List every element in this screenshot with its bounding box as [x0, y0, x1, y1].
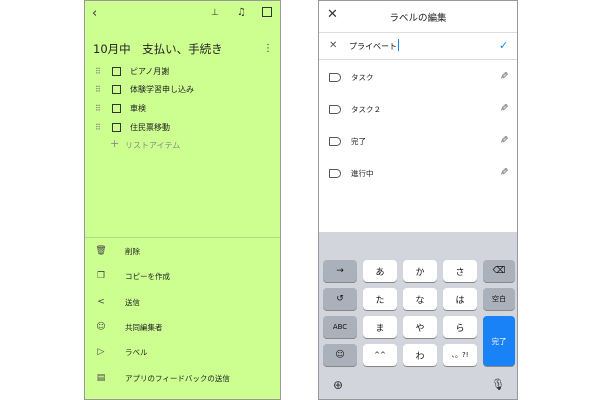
menu-divider — [85, 237, 280, 238]
checklist-item[interactable]: ⠿ 車検 — [95, 101, 146, 115]
kana-key-a[interactable]: あ — [363, 260, 397, 282]
label-name-input[interactable]: プライベート — [349, 41, 397, 52]
globe-icon[interactable]: ⊕ — [333, 378, 343, 392]
label-row[interactable]: 完了 ✎ — [319, 132, 517, 152]
label-icon — [329, 73, 341, 82]
pencil-icon[interactable]: ✎ — [497, 71, 508, 79]
kana-key-ra[interactable]: ら — [443, 316, 477, 338]
menu-item-label: 送信 — [125, 297, 140, 307]
menu-item-label: 共同編集者 — [125, 322, 163, 332]
pencil-icon[interactable]: ✎ — [497, 135, 508, 143]
drag-handle-icon[interactable]: ⠿ — [95, 67, 103, 76]
menu-item-send[interactable]: < 送信 — [95, 295, 140, 309]
undo-key[interactable]: ↺ — [323, 288, 357, 310]
abc-key[interactable]: ABC — [323, 316, 357, 338]
menu-item-label-text: ラベル — [125, 347, 148, 357]
checkbox[interactable] — [112, 122, 121, 132]
note-title[interactable]: 10月中 支払い、手続き — [93, 41, 223, 57]
label-icon — [329, 105, 341, 114]
text-cursor — [398, 39, 399, 51]
arrow-right-key[interactable]: → — [323, 260, 357, 282]
menu-item-collaborator[interactable]: ☺ 共同編集者 — [95, 320, 163, 334]
label-name[interactable]: 完了 — [351, 136, 366, 147]
edit-labels-panel: ✕ ラベルの編集 ✕ プライベート ✓ タスク ✎ タスク２ ✎ 完了 ✎ 進行… — [318, 0, 518, 400]
checklist-item[interactable]: ⠿ 住民票移動 — [95, 120, 170, 134]
done-key[interactable]: 完了 — [483, 316, 515, 366]
trash-icon: 🗑 — [95, 246, 107, 256]
confirm-check-icon[interactable]: ✓ — [499, 39, 508, 52]
menu-item-label: アプリのフィードバックの送信 — [125, 373, 230, 383]
checklist-item-text[interactable]: 車検 — [130, 103, 146, 114]
keyboard: → あ か さ ⌫ ↺ た な は 空白 ABC ま や ら 完了 ☺ ^^ わ… — [319, 232, 517, 399]
label-icon: ▷ — [97, 347, 105, 357]
checklist-item[interactable]: ⠿ ピアノ月謝 — [95, 64, 169, 78]
checkbox[interactable] — [112, 66, 121, 76]
label-name[interactable]: タスク — [351, 72, 374, 83]
checklist-item-text[interactable]: ピアノ月謝 — [130, 66, 169, 77]
cancel-icon[interactable]: ✕ — [329, 40, 337, 51]
drag-handle-icon[interactable]: ⠿ — [95, 104, 103, 113]
pin-icon[interactable]: ⊥ — [211, 8, 219, 18]
drag-handle-icon[interactable]: ⠿ — [95, 85, 103, 94]
share-icon: < — [97, 297, 105, 307]
backspace-key[interactable]: ⌫ — [483, 260, 515, 282]
menu-item-label[interactable]: ▷ ラベル — [95, 345, 148, 359]
menu-item-copy[interactable]: ❐ コピーを作成 — [95, 269, 170, 283]
kana-key-ha[interactable]: は — [443, 288, 477, 310]
kana-key-ya[interactable]: や — [403, 316, 437, 338]
feedback-icon: ▤ — [96, 373, 106, 383]
plus-icon[interactable]: + — [110, 137, 119, 150]
label-row[interactable]: 進行中 ✎ — [319, 164, 517, 184]
edit-labels-header: ✕ ラベルの編集 — [319, 1, 517, 31]
kana-key-wa[interactable]: わ — [403, 344, 437, 366]
menu-item-feedback[interactable]: ▤ アプリのフィードバックの送信 — [95, 371, 230, 385]
label-icon — [329, 169, 341, 178]
note-editor-panel: ‹ ⊥ ♫ 10月中 支払い、手続き ⋮ ⠿ ピアノ月謝 ⠿ 体験学習申し込み … — [84, 0, 281, 400]
kaomoji-key[interactable]: ^^ — [363, 344, 397, 366]
menu-item-label: コピーを作成 — [125, 271, 170, 281]
label-row[interactable]: タスク ✎ — [319, 68, 517, 88]
archive-icon[interactable] — [262, 7, 272, 17]
kana-key-ma[interactable]: ま — [363, 316, 397, 338]
label-name[interactable]: 進行中 — [351, 168, 374, 179]
reminder-bell-icon[interactable]: ♫ — [237, 7, 246, 18]
emoji-key[interactable]: ☺ — [323, 344, 357, 366]
kana-key-ka[interactable]: か — [403, 260, 437, 282]
add-person-icon: ☺ — [96, 322, 106, 332]
kana-key-na[interactable]: な — [403, 288, 437, 310]
menu-item-delete[interactable]: 🗑 削除 — [95, 244, 140, 258]
kana-key-sa[interactable]: さ — [443, 260, 477, 282]
drag-handle-icon[interactable]: ⠿ — [95, 123, 103, 132]
checkbox[interactable] — [112, 84, 121, 94]
copy-icon: ❐ — [96, 271, 106, 281]
space-key[interactable]: 空白 — [483, 288, 515, 310]
add-list-item[interactable]: リストアイテム — [125, 140, 180, 151]
checkbox[interactable] — [112, 103, 121, 113]
menu-item-label: 削除 — [125, 246, 140, 256]
kana-key-ta[interactable]: た — [363, 288, 397, 310]
new-label-row: ✕ プライベート ✓ — [319, 32, 517, 60]
page-title: ラベルの編集 — [389, 13, 447, 24]
label-row[interactable]: タスク２ ✎ — [319, 100, 517, 120]
punctuation-key[interactable]: 、。?! — [443, 344, 477, 366]
checklist-item-text[interactable]: 体験学習申し込み — [130, 84, 194, 95]
label-icon — [329, 137, 341, 146]
more-vert-icon[interactable]: ⋮ — [263, 43, 273, 54]
label-name[interactable]: タスク２ — [351, 104, 381, 115]
checklist-item-text[interactable]: 住民票移動 — [130, 122, 170, 133]
microphone-icon[interactable]: 🎙 — [491, 378, 505, 391]
pencil-icon[interactable]: ✎ — [497, 103, 508, 111]
pencil-icon[interactable]: ✎ — [497, 167, 508, 175]
checklist-item[interactable]: ⠿ 体験学習申し込み — [95, 82, 194, 96]
back-arrow-icon[interactable]: ‹ — [92, 6, 97, 21]
